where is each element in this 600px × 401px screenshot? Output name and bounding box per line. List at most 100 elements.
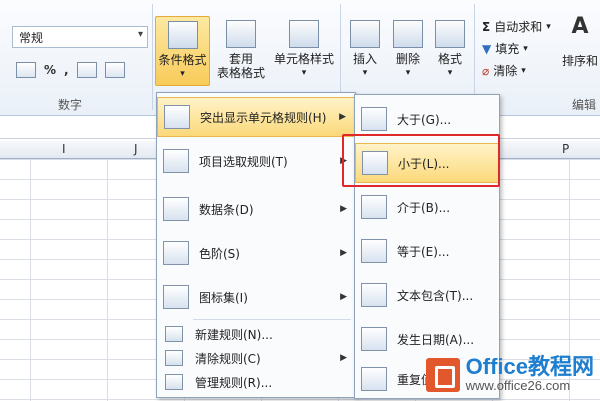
sort-az-icon: A: [571, 14, 589, 39]
table-format-icon: [226, 20, 256, 48]
submenu-item-label: 大于(G)...: [397, 112, 452, 127]
number-buttons: % ,: [16, 62, 125, 78]
clear-label: 清除: [493, 64, 518, 78]
fill-label: 填充: [495, 42, 520, 56]
chevron-down-icon: ▾: [301, 68, 307, 78]
submenu-item-date-occurring[interactable]: 发生日期(A)...: [355, 319, 499, 359]
fill-button[interactable]: ▼ 填充 ▾: [482, 40, 528, 57]
top-ten-icon: [163, 149, 189, 173]
submenu-item-label: 等于(E)...: [397, 244, 450, 259]
data-bars-icon: [163, 197, 189, 221]
autosum-button[interactable]: Σ 自动求和 ▾: [482, 18, 551, 35]
column-header-p[interactable]: P: [562, 142, 569, 156]
new-rule-icon: [165, 326, 183, 342]
highlight-callout-box: [342, 134, 500, 187]
watermark-url: www.office26.com: [465, 378, 571, 393]
menu-item-label: 项目选取规则(T): [199, 154, 288, 169]
conditional-format-icon: [167, 21, 198, 49]
chevron-right-icon: ▶: [340, 204, 347, 214]
menu-item-label: 图标集(I): [199, 290, 248, 305]
insert-icon: [350, 20, 380, 48]
format-label: 格式: [437, 52, 462, 66]
delete-label: 删除: [395, 52, 420, 66]
decrease-decimal-icon[interactable]: [104, 62, 125, 78]
highlight-rules-icon: [164, 105, 190, 129]
menu-item-clear-rules[interactable]: 清除规则(C) ▶: [157, 347, 355, 369]
clear-button[interactable]: ⌀ 清除 ▾: [482, 62, 526, 79]
submenu-item-label: 文本包含(T)...: [397, 288, 474, 303]
menu-item-icon-sets[interactable]: 图标集(I) ▶: [157, 277, 355, 317]
menu-separator: [193, 319, 351, 320]
chevron-down-icon: ▾: [405, 68, 411, 78]
comma-button[interactable]: ,: [64, 63, 69, 77]
greater-than-icon: [361, 107, 387, 131]
number-group-label: 数字: [58, 98, 83, 112]
chevron-right-icon: ▶: [340, 292, 347, 302]
insert-label: 插入: [352, 52, 377, 66]
menu-item-label: 清除规则(C): [195, 351, 261, 366]
chevron-down-icon: ▾: [523, 43, 528, 54]
menu-item-data-bars[interactable]: 数据条(D) ▶: [157, 189, 355, 229]
sort-filter-button[interactable]: A 排序和: [560, 14, 600, 69]
chevron-down-icon: ▾: [447, 68, 453, 78]
format-button[interactable]: 格式 ▾: [430, 20, 470, 80]
table-format-button[interactable]: 套用 表格格式: [213, 20, 269, 80]
delete-button[interactable]: 删除 ▾: [388, 20, 428, 80]
table-format-label-2: 表格格式: [216, 66, 265, 80]
submenu-item-label: 介于(B)...: [397, 200, 451, 215]
watermark-brand: Office教程网: [465, 354, 594, 379]
insert-button[interactable]: 插入 ▾: [345, 20, 385, 80]
menu-item-top-bottom-rules[interactable]: 项目选取规则(T) ▶: [157, 141, 355, 181]
cell-style-icon: [289, 20, 319, 48]
chevron-down-icon[interactable]: ▾: [138, 29, 143, 40]
duplicate-values-icon: [361, 367, 387, 391]
group-divider: [152, 4, 153, 110]
increase-decimal-icon[interactable]: [76, 62, 97, 78]
sigma-icon: Σ: [482, 19, 491, 34]
conditional-format-label: 条件格式: [158, 53, 207, 67]
icon-sets-icon: [163, 285, 189, 309]
menu-item-label: 数据条(D): [199, 202, 254, 217]
conditional-format-menu: 突出显示单元格规则(H) ▶ 项目选取规则(T) ▶ 数据条(D) ▶ 色阶(S…: [156, 92, 356, 398]
table-format-label-1: 套用: [228, 52, 253, 66]
submenu-item-text-contains[interactable]: 文本包含(T)...: [355, 275, 499, 315]
column-header-j[interactable]: J: [134, 142, 138, 156]
submenu-item-between[interactable]: 介于(B)...: [355, 187, 499, 227]
office-logo-icon: [425, 357, 460, 392]
clear-rules-icon: [165, 350, 183, 366]
equal-to-icon: [361, 239, 387, 263]
menu-item-label: 管理规则(R)...: [195, 375, 273, 390]
cell-style-label: 单元格样式: [273, 52, 334, 66]
fill-down-icon: ▼: [482, 41, 492, 56]
menu-item-color-scales[interactable]: 色阶(S) ▶: [157, 233, 355, 273]
menu-item-highlight-rules[interactable]: 突出显示单元格规则(H) ▶: [157, 97, 355, 137]
sort-label: 排序和: [561, 54, 598, 68]
eraser-icon: ⌀: [482, 63, 490, 78]
between-icon: [361, 195, 387, 219]
number-format-combo[interactable]: 常规 ▾: [12, 26, 148, 48]
watermark: Office教程网 www.office26.com: [425, 354, 594, 393]
menu-item-label: 色阶(S): [199, 246, 240, 261]
chevron-right-icon: ▶: [340, 353, 347, 363]
conditional-format-button[interactable]: 条件格式 ▾: [155, 16, 210, 86]
edit-group-label: 编辑: [572, 98, 597, 112]
column-header-i[interactable]: I: [62, 142, 66, 156]
autosum-label: 自动求和: [494, 20, 543, 34]
chevron-down-icon: ▾: [180, 69, 185, 79]
menu-item-new-rule[interactable]: 新建规则(N)...: [157, 323, 355, 345]
currency-icon[interactable]: [16, 62, 36, 78]
manage-rules-icon: [165, 374, 183, 390]
cell-style-button[interactable]: 单元格样式 ▾: [272, 20, 336, 80]
menu-item-label: 新建规则(N)...: [195, 327, 273, 342]
menu-item-label: 突出显示单元格规则(H): [200, 110, 327, 125]
format-icon: [435, 20, 465, 48]
menu-item-manage-rules[interactable]: 管理规则(R)...: [157, 371, 355, 393]
color-scales-icon: [163, 241, 189, 265]
submenu-item-equal-to[interactable]: 等于(E)...: [355, 231, 499, 271]
number-format-value: 常规: [19, 31, 44, 45]
submenu-item-greater-than[interactable]: 大于(G)...: [355, 99, 499, 139]
calendar-icon: [361, 327, 387, 351]
percent-button[interactable]: %: [44, 63, 56, 77]
text-contains-icon: [361, 283, 387, 307]
chevron-down-icon: ▾: [362, 68, 368, 78]
